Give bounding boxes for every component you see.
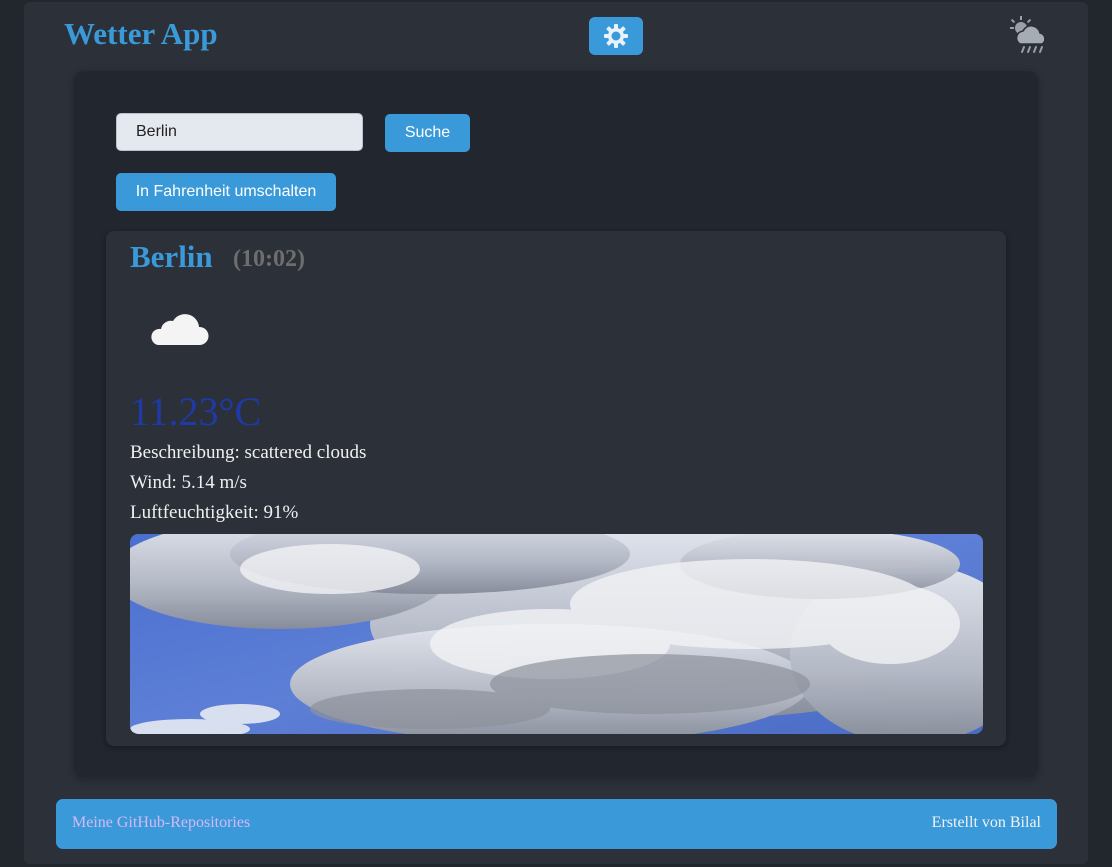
humidity: Luftfeuchtigkeit: 91%: [130, 502, 299, 523]
app-container: Wetter App Berlin Suche In Fahrenheit um…: [24, 2, 1088, 864]
cloud-sun-rain-icon: [1010, 16, 1046, 53]
weather-card: Berlin (10:02) 11.23°C Beschreibung: sca…: [106, 231, 1006, 746]
city-search-input[interactable]: [116, 113, 363, 151]
weather-panel: Suche In Fahrenheit umschalten Berlin (1…: [74, 71, 1038, 777]
search-button[interactable]: Suche: [385, 114, 470, 152]
app-title: Wetter App: [64, 16, 218, 51]
author-credit: Erstellt von Bilal: [931, 814, 1041, 831]
theme-toggle-button[interactable]: [589, 17, 643, 55]
cloud-icon: [151, 314, 209, 345]
local-time: (10:02): [233, 246, 305, 272]
weather-background-image: [130, 534, 983, 734]
fahrenheit-toggle-button[interactable]: In Fahrenheit umschalten: [116, 173, 336, 211]
github-repositories-link[interactable]: Meine GitHub-Repositories: [72, 814, 250, 832]
wind-speed: Wind: 5.14 m/s: [130, 472, 247, 493]
footer: Meine GitHub-Repositories Erstellt von B…: [56, 799, 1057, 849]
sun-gear-icon: [604, 24, 628, 48]
city-name: Berlin: [130, 239, 213, 274]
temperature: 11.23°C: [130, 389, 262, 434]
weather-description: Beschreibung: scattered clouds: [130, 442, 367, 463]
